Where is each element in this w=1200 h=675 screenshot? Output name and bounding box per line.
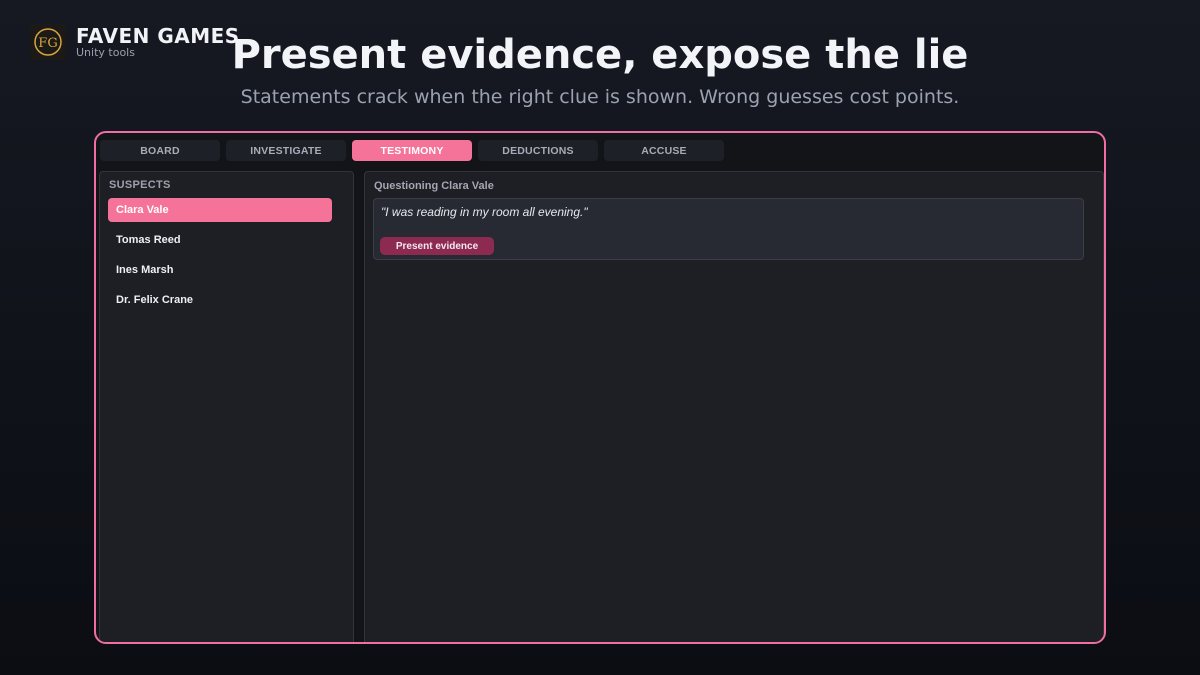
suspect-item-ines-marsh[interactable]: Ines Marsh	[108, 258, 332, 282]
statement-card: "I was reading in my room all evening." …	[373, 198, 1084, 260]
suspects-panel-title: SUSPECTS	[109, 179, 171, 191]
testimony-panel: Questioning Clara Vale "I was reading in…	[364, 171, 1104, 642]
suspect-list: Clara Vale Tomas Reed Ines Marsh Dr. Fel…	[108, 198, 332, 318]
suspect-item-tomas-reed[interactable]: Tomas Reed	[108, 228, 332, 252]
tab-testimony[interactable]: TESTIMONY	[352, 140, 472, 161]
game-window: BOARD INVESTIGATE TESTIMONY DEDUCTIONS A…	[94, 131, 1106, 644]
statement-text: "I was reading in my room all evening."	[381, 205, 588, 219]
suspect-item-clara-vale[interactable]: Clara Vale	[108, 198, 332, 222]
tab-deductions[interactable]: DEDUCTIONS	[478, 140, 598, 161]
tab-board[interactable]: BOARD	[100, 140, 220, 161]
tab-accuse[interactable]: ACCUSE	[604, 140, 724, 161]
tab-investigate[interactable]: INVESTIGATE	[226, 140, 346, 161]
suspect-item-felix-crane[interactable]: Dr. Felix Crane	[108, 288, 332, 312]
suspects-panel: SUSPECTS Clara Vale Tomas Reed Ines Mars…	[99, 171, 354, 642]
page-title: Present evidence, expose the lie	[231, 32, 969, 78]
page-subtitle: Statements crack when the right clue is …	[240, 86, 960, 108]
tab-bar: BOARD INVESTIGATE TESTIMONY DEDUCTIONS A…	[100, 140, 730, 161]
questioning-title: Questioning Clara Vale	[374, 180, 494, 192]
present-evidence-button[interactable]: Present evidence	[380, 237, 494, 255]
